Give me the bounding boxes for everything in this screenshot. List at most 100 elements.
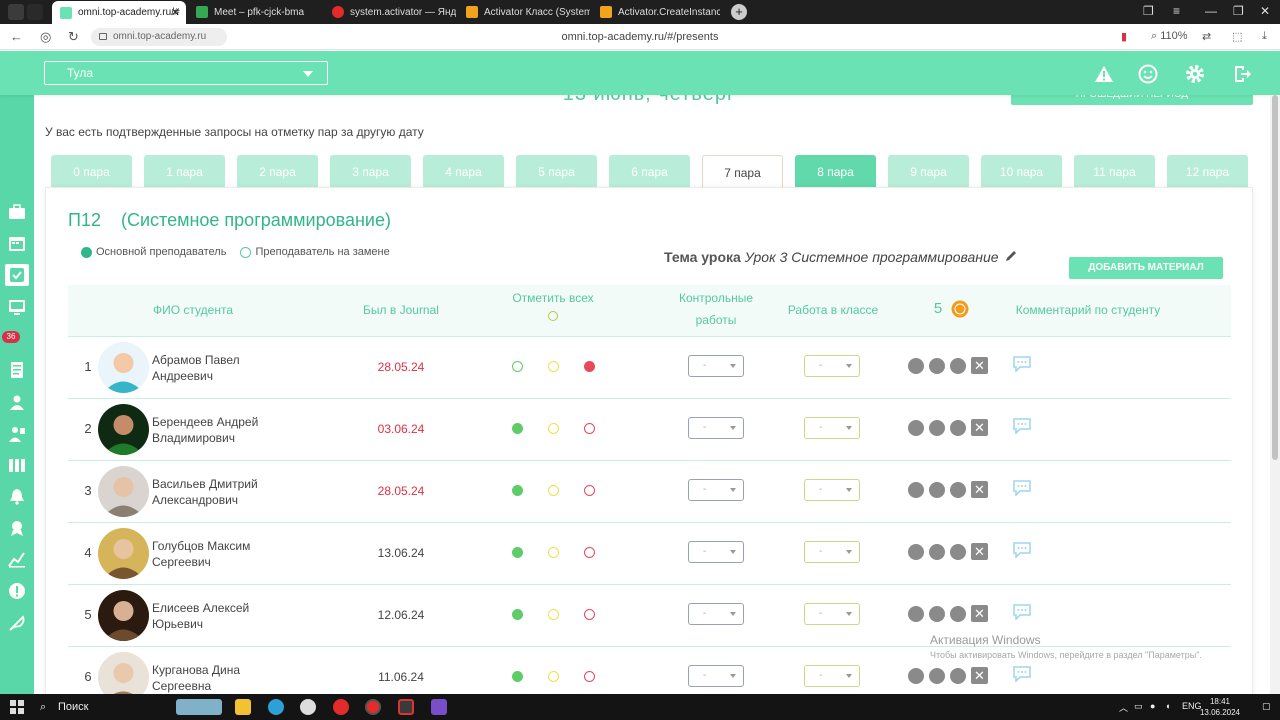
coin-3-icon[interactable] [950,606,966,622]
tab-list-icon[interactable] [27,4,43,20]
present-radio[interactable] [512,485,523,496]
coin-1-icon[interactable] [908,544,924,560]
coin-2-icon[interactable] [929,668,945,684]
briefcase-icon[interactable] [8,203,26,221]
pair-tab[interactable]: 5 пара [516,155,597,187]
tab-omni[interactable]: omni.top-academy.ru/# ✕ [52,1,186,24]
new-tab-button[interactable]: + [731,4,747,20]
late-radio[interactable] [548,609,559,620]
coin-1-icon[interactable] [908,482,924,498]
absent-radio[interactable] [584,547,595,558]
download-icon[interactable]: ⤓ [1262,30,1267,43]
logout-icon[interactable] [1232,64,1252,84]
comment-icon[interactable] [1012,542,1032,558]
feather-icon[interactable] [8,614,26,632]
info-icon[interactable] [8,582,26,600]
coin-2-icon[interactable] [929,606,945,622]
visual-studio-icon[interactable] [431,699,447,715]
tab-activator-class[interactable]: Activator Класс (System) [458,0,590,24]
pair-tab[interactable]: 2 пара [237,155,318,187]
coin-1-icon[interactable] [908,668,924,684]
control-work-select[interactable]: - [688,355,744,377]
close-window-icon[interactable]: ✕ [1260,4,1270,18]
coin-3-icon[interactable] [950,668,966,684]
pair-tab[interactable]: 8 пара [795,155,876,187]
coin-1-icon[interactable] [908,606,924,622]
comment-icon[interactable] [1012,480,1032,496]
tab-yandex[interactable]: system.activator — Яндек [324,0,456,24]
coin-3-icon[interactable] [950,420,966,436]
award-icon[interactable] [8,519,26,537]
clear-coins-icon[interactable]: ✕ [971,605,988,622]
late-radio[interactable] [548,361,559,372]
coin-2-icon[interactable] [929,420,945,436]
city-select[interactable]: Тула [44,61,328,85]
late-radio[interactable] [548,547,559,558]
clear-coins-icon[interactable]: ✕ [971,419,988,436]
control-work-select[interactable]: - [688,541,744,563]
volume-icon[interactable]: ◖ [1165,701,1170,711]
late-radio[interactable] [548,423,559,434]
bell-icon[interactable] [8,487,26,505]
comment-icon[interactable] [1012,356,1032,372]
absent-radio[interactable] [584,671,595,682]
classwork-select[interactable]: - [804,665,860,687]
pair-tab[interactable]: 1 пара [144,155,225,187]
pair-tab[interactable]: 0 пара [51,155,132,187]
late-radio[interactable] [548,671,559,682]
clear-coins-icon[interactable]: ✕ [971,481,988,498]
clear-coins-icon[interactable]: ✕ [971,357,988,374]
pencil-icon[interactable] [1004,249,1018,263]
control-work-select[interactable]: - [688,479,744,501]
pair-tab[interactable]: 11 пара [1074,155,1155,187]
pair-tab[interactable]: 9 пара [888,155,969,187]
page-scrollbar[interactable] [1270,95,1280,694]
widgets-icon[interactable] [176,699,222,715]
coin-3-icon[interactable] [950,358,966,374]
bookmark-icon[interactable]: ▮ [1121,30,1127,43]
taskbar-search[interactable]: ⌕ Поиск [36,694,166,720]
yandex-browser-active-icon[interactable] [365,699,381,715]
control-work-select[interactable]: - [688,665,744,687]
pair-tab[interactable]: 3 пара [330,155,411,187]
smile-icon[interactable] [1138,64,1158,84]
pair-tab[interactable]: 10 пара [981,155,1062,187]
back-icon[interactable]: ← [10,29,23,44]
tab-meet[interactable]: Meet – pfk-cjck-bma [188,0,322,24]
absent-radio[interactable] [584,609,595,620]
classwork-select[interactable]: - [804,479,860,501]
pair-tab[interactable]: 7 пара [702,155,783,187]
clear-coins-icon[interactable]: ✕ [971,667,988,684]
coin-2-icon[interactable] [929,544,945,560]
classwork-select[interactable]: - [804,355,860,377]
notifications-icon[interactable]: ▢ [1262,701,1271,712]
coin-3-icon[interactable] [950,544,966,560]
present-radio[interactable] [512,547,523,558]
coin-2-icon[interactable] [929,482,945,498]
classwork-select[interactable]: - [804,417,860,439]
extensions-icon[interactable]: ⬚ [1232,30,1242,43]
homework-icon[interactable] [8,361,26,379]
pair-tab[interactable]: 6 пара [609,155,690,187]
menu-icon[interactable]: ≡ [1173,4,1180,18]
mic-icon[interactable]: ● [1150,701,1155,711]
network-icon[interactable]: ▭ [1134,701,1143,712]
calendar-icon[interactable] [8,234,26,252]
monitor-icon[interactable] [8,298,26,316]
tray-expand-icon[interactable]: ︿ [1119,701,1128,714]
warning-icon[interactable] [1094,64,1114,84]
comment-icon[interactable] [1012,604,1032,620]
library-icon[interactable] [8,456,26,474]
mark-all-radio[interactable] [548,311,558,321]
app-record-icon[interactable] [398,699,414,715]
close-tab-icon[interactable]: ✕ [171,6,180,19]
coin-1-icon[interactable] [908,420,924,436]
pair-tab[interactable]: 4 пара [423,155,504,187]
absent-radio[interactable] [584,485,595,496]
maximize-icon[interactable]: ❐ [1233,4,1244,18]
chart-icon[interactable] [8,550,26,568]
protect-icon[interactable]: ◎ [40,29,51,45]
coin-1-icon[interactable] [908,358,924,374]
classwork-select[interactable]: - [804,541,860,563]
late-radio[interactable] [548,485,559,496]
